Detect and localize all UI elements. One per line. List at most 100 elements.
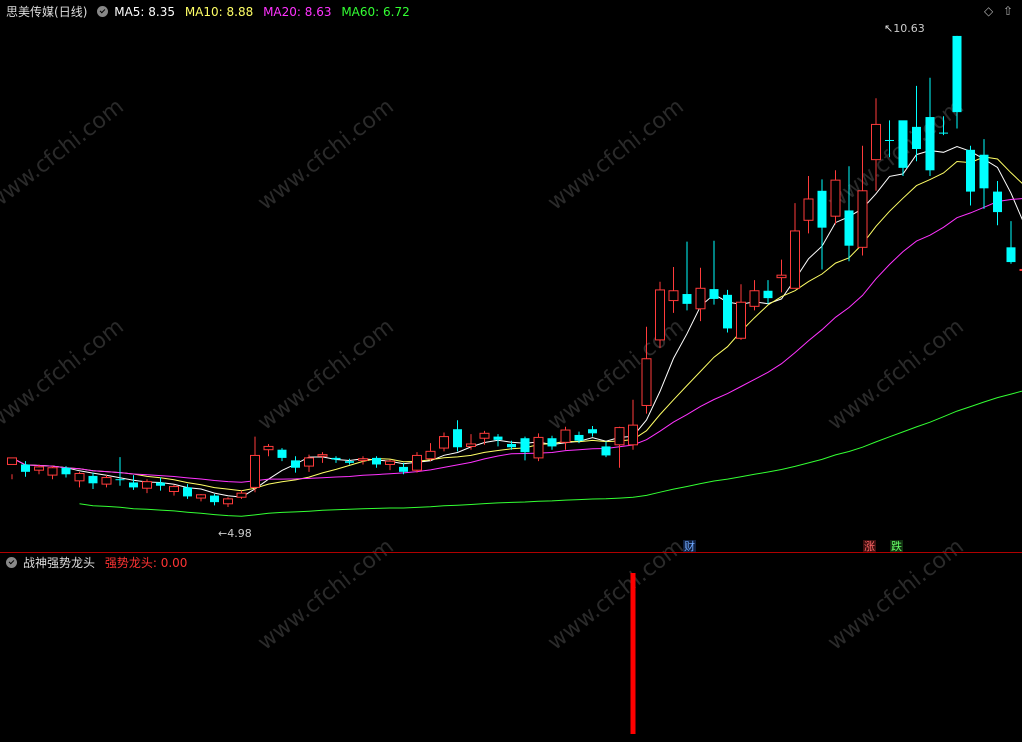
watermark-text: www.cfchi.com — [253, 94, 398, 215]
candle-body — [993, 191, 1002, 213]
candle — [277, 448, 287, 462]
candle-body — [885, 139, 894, 141]
candle-body — [210, 495, 219, 503]
indicator-settings-icon[interactable] — [6, 557, 17, 568]
candle-body — [304, 457, 314, 467]
candle — [439, 432, 449, 452]
candle-body — [898, 120, 908, 168]
indicator-header: 战神强势龙头 强势龙头: 0.00 — [6, 554, 193, 572]
high-price-label: ↖10.63 — [884, 22, 925, 35]
candle-body — [317, 454, 328, 457]
candle-body — [183, 487, 192, 497]
candle-body — [817, 190, 827, 228]
candle — [763, 280, 773, 304]
candle — [533, 433, 544, 462]
signal-bar — [630, 573, 636, 734]
watermark-text: www.cfchi.com — [543, 94, 688, 215]
candle-body — [479, 432, 490, 439]
candle — [479, 430, 490, 445]
candle — [668, 266, 679, 313]
candle — [790, 203, 800, 289]
candle — [169, 484, 179, 496]
candle-body — [425, 450, 436, 460]
candle-body — [129, 482, 138, 488]
candle-body — [47, 467, 58, 476]
candle-body — [101, 477, 112, 485]
candle-body — [601, 446, 611, 456]
candle-body — [1006, 247, 1016, 263]
candle-body — [628, 424, 638, 446]
candle — [723, 289, 732, 333]
candle — [560, 426, 571, 450]
candle-body — [588, 429, 597, 434]
candle-body — [830, 179, 841, 217]
candle — [385, 459, 395, 471]
candle — [236, 490, 247, 499]
candle — [7, 457, 17, 480]
candle — [898, 120, 908, 177]
candle-body — [291, 460, 300, 468]
candle-body — [263, 445, 274, 451]
ma10-line — [11, 156, 1022, 492]
moving-average-lines — [11, 145, 1022, 517]
indicator-name[interactable]: 战神强势龙头 — [23, 556, 95, 570]
candle — [803, 176, 814, 234]
candle — [993, 180, 1002, 226]
candle — [263, 443, 274, 457]
watermark-text: www.cfchi.com — [0, 94, 129, 215]
candle-body — [939, 132, 948, 134]
candle — [210, 493, 219, 506]
candle — [115, 457, 125, 486]
candle-body — [453, 429, 462, 448]
candle — [979, 139, 989, 209]
candle-body — [250, 454, 260, 488]
candle — [628, 399, 638, 450]
candle — [88, 472, 98, 490]
candle-body — [723, 294, 732, 329]
candle-body — [952, 35, 962, 113]
candle — [358, 456, 368, 465]
candle — [425, 443, 436, 462]
signal-layer — [630, 573, 636, 734]
candle — [196, 493, 206, 502]
candle — [547, 435, 557, 450]
candle-body — [803, 198, 814, 221]
candle — [830, 170, 841, 225]
candle-body — [560, 429, 571, 443]
candle — [749, 280, 760, 311]
watermark-text: www.cfchi.com — [823, 94, 968, 215]
candle-body — [61, 467, 71, 475]
indicator-value: 强势龙头: 0.00 — [104, 556, 188, 570]
candle — [74, 471, 85, 488]
candle-body — [115, 479, 125, 481]
candle-body — [196, 494, 206, 499]
candle-body — [533, 436, 544, 459]
candle — [466, 434, 476, 450]
candle — [223, 497, 233, 508]
candle — [453, 420, 462, 452]
candle-body — [871, 123, 881, 161]
candle-body — [709, 289, 719, 299]
candle-body — [7, 457, 17, 465]
candle — [709, 240, 719, 305]
panel-divider[interactable] — [0, 552, 1022, 553]
candle-body — [682, 294, 692, 304]
kline-chart: www.cfchi.com www.cfchi.com www.cfchi.com w… — [0, 35, 1022, 734]
candle — [142, 479, 152, 494]
candle-body — [34, 466, 44, 471]
candle-body — [493, 436, 503, 440]
candle-body — [385, 460, 395, 465]
candle-body — [695, 287, 706, 310]
candle — [520, 436, 530, 461]
candle-body — [277, 449, 287, 458]
candle — [1006, 221, 1016, 264]
candle-body — [736, 301, 746, 339]
candle-body — [749, 290, 760, 307]
candle-body — [763, 290, 773, 299]
candle — [331, 456, 341, 463]
candle — [966, 145, 975, 206]
candle — [776, 259, 787, 293]
candle — [129, 475, 138, 490]
candle — [47, 466, 58, 480]
watermark-text: www.cfchi.com — [253, 314, 398, 435]
